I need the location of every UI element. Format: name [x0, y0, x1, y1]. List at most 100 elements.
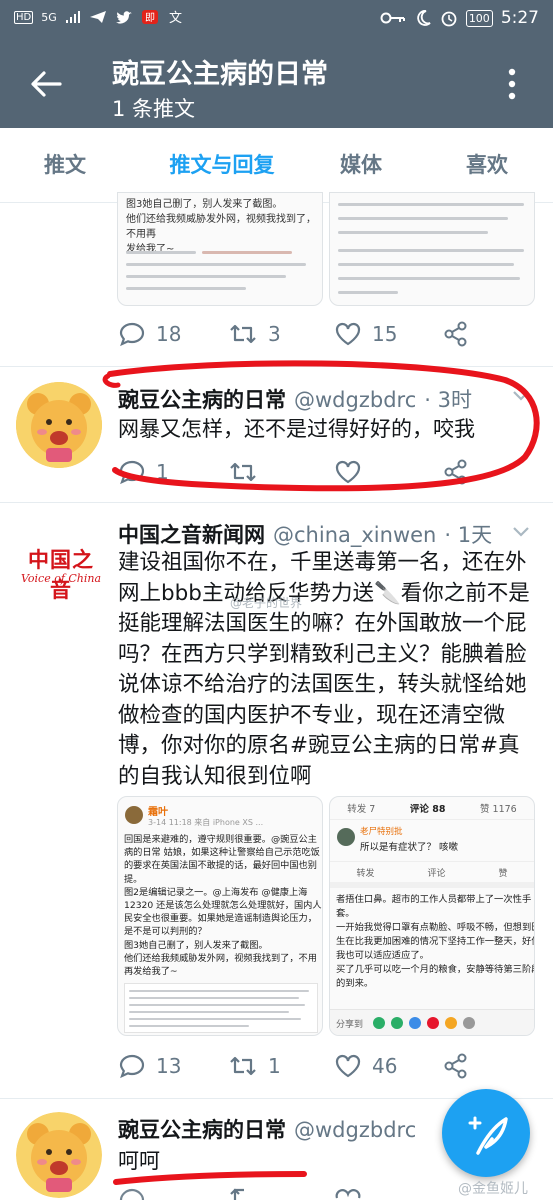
svg-text:文: 文 — [169, 11, 182, 25]
like-count: 46 — [372, 1054, 398, 1078]
tweet-image-left[interactable]: 图3她自己删了，别人发来了截图。 他们还给我频威胁发外网，视频我找到了，不用再 … — [117, 192, 323, 306]
heart-icon — [335, 1189, 361, 1199]
arrow-left-icon — [31, 71, 62, 97]
tweet-header: 豌豆公主病的日常 @wdgzbdrc — [118, 1114, 416, 1144]
author-handle[interactable]: @wdgzbdrc — [294, 1118, 416, 1142]
user-avatar-icon — [125, 806, 143, 824]
image-text-line: 生在比我更加困难的情况下坚持工作一整天，好像 — [336, 936, 535, 947]
like-count: 15 — [372, 322, 398, 346]
divider — [0, 502, 553, 503]
retweet-button[interactable]: 1 — [228, 1052, 281, 1080]
image-meta: 3-14 11:18 来自 iPhone XS ... — [148, 818, 264, 827]
image-text-line: 买了几乎可以吃一个月的粮食，安静等待第三阶段 — [336, 964, 535, 975]
alarm-icon — [441, 11, 457, 27]
image-action: 评论 — [427, 868, 446, 879]
share-to-bar: 分享到 — [330, 1009, 534, 1035]
translate-icon: 文 — [169, 11, 182, 25]
image-text-line: 12320 还是该怎么处理就怎么处理就好，国内人 — [124, 900, 322, 912]
commenter-name: 老尸特别批 — [360, 827, 403, 837]
signal-icon — [65, 11, 80, 23]
image-text-line: 图3她自己删了，别人发来了截图。 — [126, 199, 283, 210]
profile-header: 豌豆公主病的日常 1 条推文 — [0, 40, 553, 128]
tweet-image-left[interactable]: 霜叶 3-14 11:18 来自 iPhone XS ... 回国是来避难的，遵… — [117, 796, 323, 1036]
image-text-block: 图3她自己删了，别人发来了截图。 他们还给我频威胁发外网，视频我找到了，不用再 … — [126, 197, 318, 257]
retweet-icon — [230, 324, 256, 344]
retweet-icon — [230, 1188, 244, 1200]
telegram-icon — [89, 11, 106, 23]
comment-text: 所以是有症状了？ 咳嗽 — [360, 842, 459, 853]
image-user: 霜叶 — [148, 807, 168, 818]
retweet-button[interactable] — [228, 1184, 258, 1200]
tab-tweets[interactable]: 推文 — [20, 128, 110, 202]
image-text-line: 是不是可以判刑的？ — [124, 926, 207, 938]
image-text-line: 他们还给我频威胁发外网，视频我找到了，不用 — [124, 952, 317, 964]
retweet-icon — [230, 1056, 256, 1076]
back-button[interactable] — [26, 64, 66, 104]
status-left-icons: HD 5G 即 文 — [14, 9, 185, 25]
image-text-block: 者捂住口鼻。超市的工作人员都带上了一次性手 套。 一开始我觉得口罩有点勒脸、呼吸… — [336, 893, 535, 991]
tweet-menu-button[interactable] — [510, 520, 532, 546]
svg-text:即: 即 — [145, 12, 155, 24]
cartoon-bear-avatar-icon — [16, 1112, 102, 1198]
image-text-line: 者捂住口鼻。超市的工作人员都带上了一次性手 — [336, 894, 532, 905]
author-name[interactable]: 中国之音新闻网 — [118, 519, 265, 549]
compose-tweet-button[interactable] — [442, 1089, 530, 1177]
battery-indicator: 100 — [465, 9, 493, 27]
avatar-logo-subtext: Voice of China — [20, 572, 102, 585]
tab-media[interactable]: 媒体 — [316, 128, 406, 202]
image-text-line: 我也可以适应适应了。 — [336, 950, 429, 961]
image-text-line: 的要求在英国法国不敢提的话，最好回中国也别 — [124, 860, 317, 872]
image-text-line: 回国是来避难的，遵守规则很重要。@豌豆公主 — [124, 834, 317, 845]
like-button[interactable]: 15 — [334, 320, 397, 348]
status-right-icons: 100 5:27 — [380, 8, 539, 28]
twitter-icon — [115, 11, 132, 24]
hd-badge: HD — [14, 10, 34, 24]
avatar[interactable] — [16, 1112, 102, 1198]
tweet-text: 建设祖国你不在，千里送毒第一名，还在外网上bbb主动给反华势力送🔪看你之前不是挺… — [118, 550, 530, 789]
comment-icon — [119, 322, 145, 347]
tweet-count: 1 条推文 — [112, 97, 196, 121]
comment-icon — [119, 1188, 145, 1200]
retweet-count: 3 — [268, 322, 281, 346]
reply-button[interactable] — [118, 1184, 146, 1200]
image-text-line: 再发给我了~ — [124, 966, 178, 978]
image-text-line: 民安全也很重要。如果她是造谣制造舆论压力， — [124, 913, 317, 925]
share-button[interactable] — [442, 1052, 470, 1080]
embedded-screenshot — [124, 983, 318, 1033]
like-button[interactable]: 46 — [334, 1052, 397, 1080]
status-bar: HD 5G 即 文 100 5:27 — [0, 0, 553, 40]
image-text-line: 他们还给我频威胁发外网，视频我找到了，不用再 — [126, 214, 316, 240]
image-tab: 转发 7 — [347, 804, 376, 815]
share-button[interactable] — [442, 320, 470, 348]
tweet-image-right[interactable] — [329, 192, 535, 306]
tab-tweets-and-replies[interactable]: 推文与回复 — [146, 128, 298, 202]
like-button[interactable] — [334, 1184, 362, 1200]
tweet-header: 中国之音新闻网 @china_xinwen · 1天 — [118, 519, 492, 549]
share-icon — [444, 321, 467, 347]
author-handle[interactable]: @china_xinwen — [273, 523, 436, 547]
red-annotation-circle — [102, 360, 540, 492]
heart-icon — [335, 322, 361, 346]
reply-count: 13 — [156, 1054, 182, 1078]
image-text-line: 发给我了~ — [126, 244, 175, 255]
image-text-line: 图3她自己删了，别人发来了截图。 — [124, 939, 268, 951]
author-name[interactable]: 豌豆公主病的日常 — [118, 1114, 286, 1144]
reply-button[interactable]: 18 — [118, 320, 181, 348]
tab-likes[interactable]: 喜欢 — [442, 128, 532, 202]
more-options-button[interactable] — [500, 64, 524, 104]
key-icon — [380, 12, 405, 24]
image-tab: 评论 88 — [409, 804, 446, 815]
heart-icon — [335, 1054, 361, 1078]
image-action: 转发 — [356, 868, 375, 879]
reply-button[interactable]: 13 — [118, 1052, 181, 1080]
reply-count: 18 — [156, 322, 182, 346]
tweet-image-right[interactable]: 转发 7 评论 88 赞 1176 老尸特别批 所以是有症状了？ 咳嗽 转发 评… — [329, 796, 535, 1036]
retweet-button[interactable]: 3 — [228, 320, 281, 348]
avatar[interactable]: 中国之音 Voice of China — [16, 528, 102, 614]
weibo-icon: 即 — [141, 10, 158, 24]
image-text-block: 回国是来避难的，遵守规则很重要。@豌豆公主 病的日常 姑娘，如果这种让警察给自己… — [124, 833, 322, 978]
retweet-count: 1 — [268, 1054, 281, 1078]
image-text-line: 图2是编辑记录之一。@上海发布 @健康上海 — [124, 886, 308, 898]
image-tabs: 转发 7 评论 88 赞 1176 — [330, 797, 534, 820]
share-icon — [444, 1053, 467, 1079]
